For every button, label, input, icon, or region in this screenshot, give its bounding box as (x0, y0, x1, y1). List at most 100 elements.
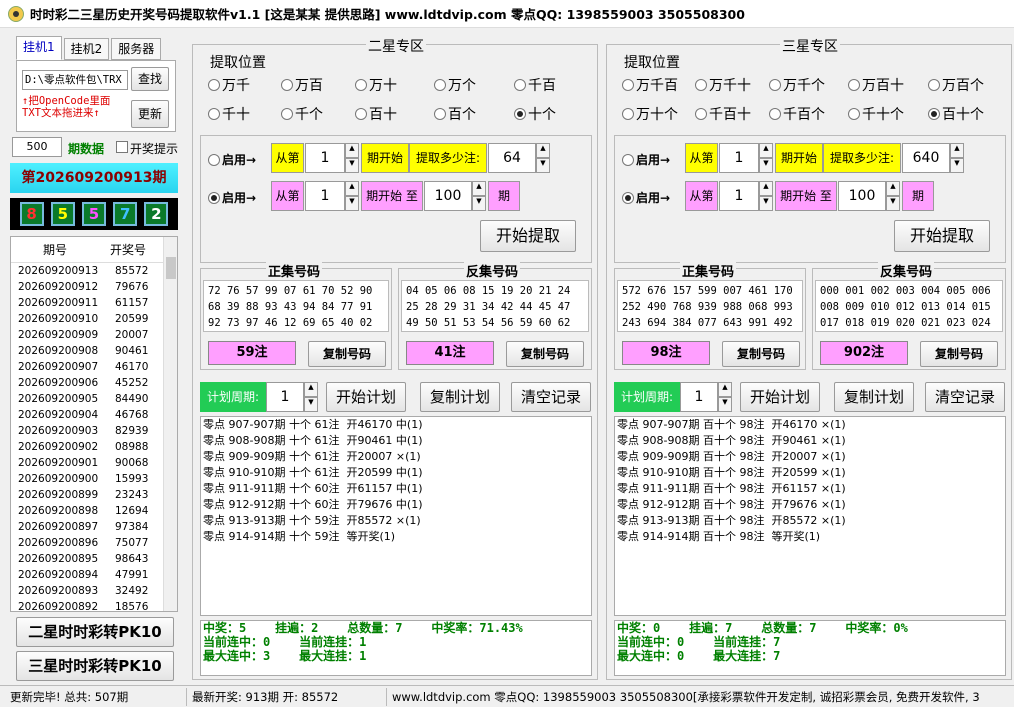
list-item[interactable]: 202609200908 90461 (11, 343, 177, 359)
tab-server[interactable]: 服务器 (111, 38, 162, 60)
three-from2-up[interactable]: ▲ (759, 181, 773, 196)
pk10-3star-button[interactable]: 三星时时彩转PK10 (16, 651, 174, 681)
two-from2-up[interactable]: ▲ (345, 181, 359, 196)
pk10-2star-button[interactable]: 二星时时彩转PK10 (16, 617, 174, 647)
three-pos-text[interactable]: 572 676 157 599 007 461 170 252 490 768 … (617, 280, 803, 332)
three-clear-log-button[interactable]: 清空记录 (925, 382, 1005, 412)
list-item[interactable]: 202609200907 46170 (11, 359, 177, 375)
three-pos-copy-button[interactable]: 复制号码 (722, 341, 800, 367)
list-item[interactable]: 202609200913 85572 (11, 263, 177, 279)
list-item[interactable]: 202609200896 75077 (11, 535, 177, 551)
three-from2-down[interactable]: ▼ (759, 196, 773, 211)
list-item[interactable]: 202609200909 20007 (11, 327, 177, 343)
two-copy-plan-button[interactable]: 复制计划 (420, 382, 500, 412)
two-pos-copy-button[interactable]: 复制号码 (308, 341, 386, 367)
two-pos-radio[interactable]: 百个 (434, 104, 476, 124)
two-to-down[interactable]: ▼ (472, 196, 486, 211)
list-item[interactable]: 202609200905 84490 (11, 391, 177, 407)
two-pos-radio[interactable]: 十个 (514, 104, 556, 124)
two-plan-down[interactable]: ▼ (304, 397, 318, 412)
list-item[interactable]: 202609200895 98643 (11, 551, 177, 567)
two-pos-radio[interactable]: 千十 (208, 104, 250, 124)
list-item[interactable]: 202609200894 47991 (11, 567, 177, 583)
two-from1-down[interactable]: ▼ (345, 158, 359, 173)
three-neg-copy-button[interactable]: 复制号码 (920, 341, 998, 367)
three-pos-radio[interactable]: 万千十 (695, 75, 751, 95)
two-from2-input[interactable]: 1 (305, 181, 345, 211)
two-neg-text[interactable]: 04 05 06 08 15 19 20 21 24 25 28 29 31 3… (401, 280, 589, 332)
list-item[interactable]: 202609200910 20599 (11, 311, 177, 327)
two-enable1-radio[interactable]: 启用→ (208, 151, 256, 168)
two-pos-radio[interactable]: 万个 (434, 75, 476, 95)
list-item[interactable]: 202609200911 61157 (11, 295, 177, 311)
three-pos-radio[interactable]: 千十个 (848, 104, 904, 124)
two-clear-log-button[interactable]: 清空记录 (511, 382, 591, 412)
three-from1-input[interactable]: 1 (719, 143, 759, 173)
two-enable2-radio[interactable]: 启用→ (208, 189, 256, 206)
list-item[interactable]: 202609200897 97384 (11, 519, 177, 535)
two-to-up[interactable]: ▲ (472, 181, 486, 196)
three-pos-radio[interactable]: 万千个 (769, 75, 825, 95)
three-copy-plan-button[interactable]: 复制计划 (834, 382, 914, 412)
two-from1-up[interactable]: ▲ (345, 143, 359, 158)
three-start-plan-button[interactable]: 开始计划 (740, 382, 820, 412)
list-item[interactable]: 202609200893 32492 (11, 583, 177, 599)
two-plan-input[interactable]: 1 (266, 382, 304, 412)
three-howmany-up[interactable]: ▲ (950, 143, 964, 158)
list-item[interactable]: 202609200892 18576 (11, 599, 177, 611)
three-from2-input[interactable]: 1 (719, 181, 759, 211)
tab-hangup1[interactable]: 挂机1 (16, 36, 62, 60)
list-item[interactable]: 202609200900 15993 (11, 471, 177, 487)
list-item[interactable]: 202609200899 23243 (11, 487, 177, 503)
three-to-input[interactable]: 100 (838, 181, 886, 211)
three-neg-text[interactable]: 000 001 002 003 004 005 006 008 009 010 … (815, 280, 1003, 332)
two-plan-up[interactable]: ▲ (304, 382, 318, 397)
search-button[interactable]: 查找 (131, 67, 169, 91)
three-enable1-radio[interactable]: 启用→ (622, 151, 670, 168)
list-item[interactable]: 202609200898 12694 (11, 503, 177, 519)
open-prompt-checkbox[interactable] (116, 141, 128, 153)
two-pos-radio[interactable]: 万十 (355, 75, 397, 95)
list-item[interactable]: 202609200901 90068 (11, 455, 177, 471)
three-from1-down[interactable]: ▼ (759, 158, 773, 173)
three-pos-radio[interactable]: 万十个 (622, 104, 678, 124)
two-from1-input[interactable]: 1 (305, 143, 345, 173)
two-pos-radio[interactable]: 万百 (281, 75, 323, 95)
two-plan-log[interactable]: 零点 907-907期 十个 61注 开46170 中(1) 零点 908-90… (200, 416, 592, 616)
three-howmany-down[interactable]: ▼ (950, 158, 964, 173)
list-item[interactable]: 202609200906 45252 (11, 375, 177, 391)
two-pos-radio[interactable]: 万千 (208, 75, 250, 95)
three-enable2-radio[interactable]: 启用→ (622, 189, 670, 206)
two-howmany-up[interactable]: ▲ (536, 143, 550, 158)
three-pos-radio[interactable]: 万百个 (928, 75, 984, 95)
count-input[interactable]: 500 (12, 137, 62, 157)
three-pos-radio[interactable]: 万百十 (848, 75, 904, 95)
two-start-extract-button[interactable]: 开始提取 (480, 220, 576, 252)
three-start-extract-button[interactable]: 开始提取 (894, 220, 990, 252)
list-item[interactable]: 202609200902 08988 (11, 439, 177, 455)
two-to-input[interactable]: 100 (424, 181, 472, 211)
three-from1-up[interactable]: ▲ (759, 143, 773, 158)
three-pos-radio[interactable]: 千百个 (769, 104, 825, 124)
three-howmany-input[interactable]: 640 (902, 143, 950, 173)
two-start-plan-button[interactable]: 开始计划 (326, 382, 406, 412)
two-howmany-down[interactable]: ▼ (536, 158, 550, 173)
two-pos-radio[interactable]: 千个 (281, 104, 323, 124)
list-scrollbar[interactable] (163, 237, 177, 611)
three-pos-radio[interactable]: 百十个 (928, 104, 984, 124)
path-input[interactable]: D:\零点软件包\TRX (22, 70, 128, 90)
two-pos-radio[interactable]: 千百 (514, 75, 556, 95)
update-button[interactable]: 更新 (131, 100, 169, 128)
two-howmany-input[interactable]: 64 (488, 143, 536, 173)
two-from2-down[interactable]: ▼ (345, 196, 359, 211)
three-plan-input[interactable]: 1 (680, 382, 718, 412)
three-to-up[interactable]: ▲ (886, 181, 900, 196)
list-item[interactable]: 202609200904 46768 (11, 407, 177, 423)
three-to-down[interactable]: ▼ (886, 196, 900, 211)
list-item[interactable]: 202609200903 82939 (11, 423, 177, 439)
three-pos-radio[interactable]: 千百十 (695, 104, 751, 124)
three-plan-down[interactable]: ▼ (718, 397, 732, 412)
list-item[interactable]: 202609200912 79676 (11, 279, 177, 295)
three-plan-log[interactable]: 零点 907-907期 百十个 98注 开46170 ×(1) 零点 908-9… (614, 416, 1006, 616)
history-list[interactable]: 期号 开奖号 202609200913 85572 202609200912 7967… (10, 236, 178, 612)
